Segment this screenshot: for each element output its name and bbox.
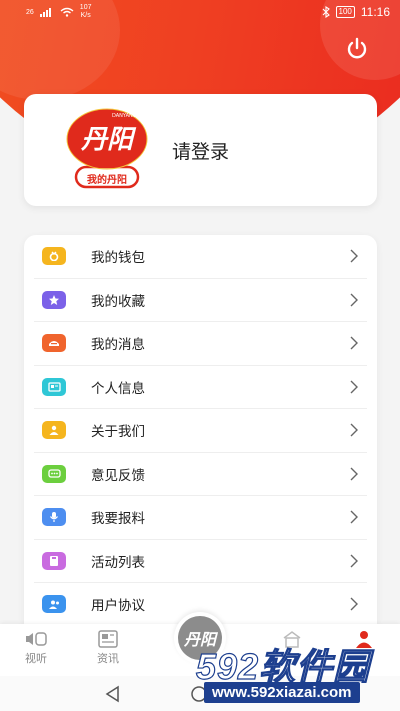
chevron-right-icon <box>350 249 358 263</box>
chevron-right-icon <box>350 293 358 307</box>
message-icon <box>42 334 66 353</box>
back-icon[interactable] <box>104 685 122 703</box>
battery-indicator: 100 <box>335 6 355 18</box>
chevron-right-icon <box>350 336 358 350</box>
menu-item-label: 我要报料 <box>91 511 145 528</box>
news-icon <box>98 630 118 648</box>
menu-item-favorites[interactable]: 我的收藏 <box>34 279 367 322</box>
audio-video-icon <box>26 632 47 646</box>
chat-icon <box>42 464 66 483</box>
power-button[interactable] <box>344 36 370 62</box>
chevron-right-icon <box>350 467 358 481</box>
menu-item-label: 活动列表 <box>91 554 145 571</box>
menu-item-personal-info[interactable]: 个人信息 <box>34 366 367 409</box>
menu-item-activities[interactable]: 活动列表 <box>34 540 367 583</box>
signal-icon <box>39 8 51 17</box>
menu-item-about-us[interactable]: 关于我们 <box>34 409 367 453</box>
menu-item-label: 个人信息 <box>91 380 145 397</box>
profile-card[interactable]: 丹阳 DANYANG 我的丹阳 请登录 <box>24 94 377 206</box>
mic-icon <box>42 508 66 527</box>
chevron-right-icon <box>350 597 358 611</box>
menu-list: 我的钱包 我的收藏 我的消息 个人信息 关于我们 意见反馈 我要报料 活动列表 … <box>24 235 377 635</box>
tab-audio-video[interactable]: 视听 <box>16 630 56 666</box>
chevron-right-icon <box>350 510 358 524</box>
chevron-right-icon <box>350 380 358 394</box>
menu-item-report[interactable]: 我要报料 <box>34 496 367 540</box>
power-icon <box>347 37 367 59</box>
wallet-icon <box>42 247 66 266</box>
logo-en-text: DANYANG <box>112 113 137 119</box>
menu-item-label: 我的钱包 <box>91 250 145 267</box>
logo-sub-text: 我的丹阳 <box>87 175 127 186</box>
menu-item-label: 我的收藏 <box>91 293 145 310</box>
net-speed: 107 K/s <box>79 4 92 19</box>
login-prompt[interactable]: 请登录 <box>172 137 229 164</box>
watermark: 592软件园 www.592xiazai.com <box>192 632 392 710</box>
person-icon <box>42 421 66 440</box>
avatar: 丹阳 DANYANG 我的丹阳 <box>64 107 150 193</box>
chevron-right-icon <box>350 554 358 568</box>
menu-item-label: 关于我们 <box>91 424 145 441</box>
signal-text: 26 <box>26 8 34 16</box>
status-bar: 26 107 K/s 100 11:16 <box>0 0 400 24</box>
menu-item-feedback[interactable]: 意见反馈 <box>34 453 367 496</box>
tab-news[interactable]: 资讯 <box>88 630 128 666</box>
star-icon <box>42 290 66 309</box>
chevron-right-icon <box>350 423 358 437</box>
tab-label: 视听 <box>25 652 47 665</box>
watermark-url: www.592xiazai.com <box>204 682 360 703</box>
menu-item-label: 我的消息 <box>91 337 145 354</box>
tab-label: 资讯 <box>97 652 119 665</box>
status-time: 11:16 <box>360 5 390 19</box>
menu-item-label: 意见反馈 <box>91 467 145 484</box>
logo-brand-text: 丹阳 <box>80 125 133 155</box>
menu-item-label: 用户协议 <box>91 598 145 615</box>
bluetooth-icon <box>322 6 330 18</box>
list-icon <box>42 551 66 570</box>
wifi-icon <box>60 7 74 17</box>
id-card-icon <box>42 377 66 396</box>
users-icon <box>42 595 66 614</box>
menu-item-messages[interactable]: 我的消息 <box>34 322 367 366</box>
menu-item-wallet[interactable]: 我的钱包 <box>34 235 367 279</box>
